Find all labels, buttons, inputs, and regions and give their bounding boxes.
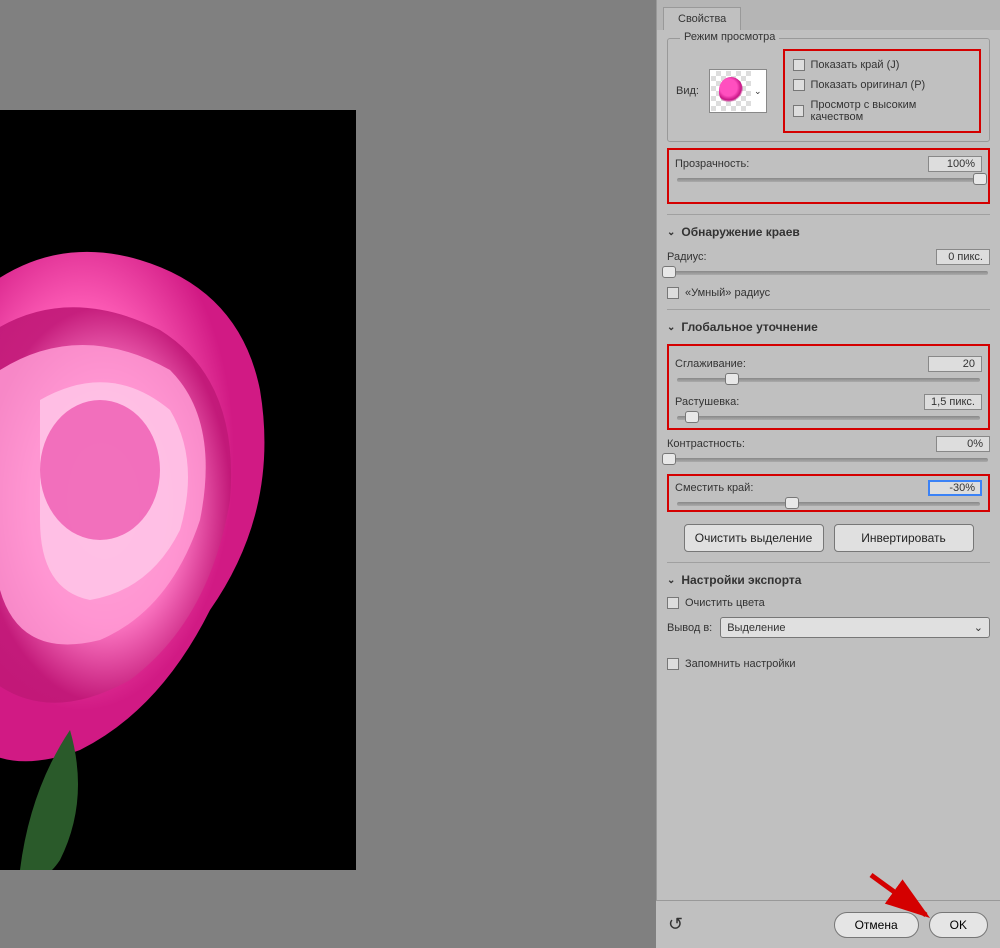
ok-button[interactable]: OK: [929, 912, 988, 938]
chevron-down-icon: ⌄: [667, 322, 675, 333]
view-label: Вид:: [676, 85, 699, 97]
export-title: Настройки экспорта: [681, 573, 801, 587]
radius-label: Радиус:: [667, 251, 707, 263]
smooth-slider[interactable]: [677, 378, 980, 382]
smart-radius-label: «Умный» радиус: [685, 287, 770, 299]
checkbox-icon: [793, 59, 805, 71]
view-thumbnail-select[interactable]: ⌄: [709, 69, 767, 113]
rose-image: [0, 110, 356, 870]
high-quality-label: Просмотр с высоким качеством: [810, 99, 971, 123]
smooth-label: Сглаживание:: [675, 358, 746, 370]
transparency-slider[interactable]: [677, 178, 980, 182]
contrast-slider[interactable]: [669, 458, 988, 462]
decontaminate-checkbox[interactable]: Очистить цвета: [667, 597, 990, 609]
view-mode-legend: Режим просмотра: [680, 31, 779, 43]
checkbox-icon: [793, 105, 805, 117]
chevron-down-icon: ⌄: [974, 621, 983, 634]
smart-radius-checkbox[interactable]: «Умный» радиус: [667, 287, 990, 299]
dialog-footer: ↺ Отмена OK: [656, 900, 1000, 948]
remember-label: Запомнить настройки: [685, 658, 796, 670]
output-value: Выделение: [727, 622, 785, 634]
decontaminate-label: Очистить цвета: [685, 597, 765, 609]
shift-edge-value[interactable]: -30%: [928, 480, 982, 496]
slider-thumb[interactable]: [662, 266, 676, 278]
tab-bar: Свойства: [657, 0, 1000, 30]
feather-value[interactable]: 1,5 пикс.: [924, 394, 982, 410]
reset-icon[interactable]: ↺: [668, 914, 683, 935]
feather-slider[interactable]: [677, 416, 980, 420]
show-edge-checkbox[interactable]: Показать край (J): [793, 59, 971, 71]
export-header[interactable]: ⌄ Настройки экспорта: [667, 573, 990, 587]
global-refine-header[interactable]: ⌄ Глобальное уточнение: [667, 320, 990, 334]
view-checkbox-group: Показать край (J) Показать оригинал (P) …: [783, 49, 981, 133]
smooth-feather-highlight: Сглаживание: 20 Растушевка: 1,5 пикс.: [667, 344, 990, 430]
slider-thumb[interactable]: [973, 173, 987, 185]
checkbox-icon: [667, 658, 679, 670]
edge-detection-title: Обнаружение краев: [681, 225, 799, 239]
panel-content: Режим просмотра Вид: ⌄ Показать край (J)…: [657, 30, 1000, 900]
global-refine-section: ⌄ Глобальное уточнение Сглаживание: 20 Рас…: [667, 309, 990, 552]
checkbox-icon: [667, 287, 679, 299]
cancel-button[interactable]: Отмена: [834, 912, 919, 938]
show-original-checkbox[interactable]: Показать оригинал (P): [793, 79, 971, 91]
global-refine-title: Глобальное уточнение: [681, 320, 817, 334]
radius-value[interactable]: 0 пикс.: [936, 249, 990, 265]
chevron-down-icon: ⌄: [667, 575, 675, 586]
slider-thumb[interactable]: [725, 373, 739, 385]
shift-edge-label: Сместить край:: [675, 482, 753, 494]
transparency-highlight: Прозрачность: 100%: [667, 148, 990, 204]
contrast-label: Контрастность:: [667, 438, 745, 450]
show-edge-label: Показать край (J): [811, 59, 900, 71]
export-section: ⌄ Настройки экспорта Очистить цвета Вывод…: [667, 562, 990, 670]
view-mode-group: Режим просмотра Вид: ⌄ Показать край (J)…: [667, 38, 990, 142]
remember-checkbox[interactable]: Запомнить настройки: [667, 658, 990, 670]
clear-selection-button[interactable]: Очистить выделение: [684, 524, 824, 552]
show-original-label: Показать оригинал (P): [811, 79, 926, 91]
chevron-down-icon: ⌄: [667, 227, 675, 238]
view-thumbnail: [711, 71, 751, 111]
shift-edge-slider[interactable]: [677, 502, 980, 506]
tab-properties[interactable]: Свойства: [663, 7, 741, 30]
slider-thumb[interactable]: [685, 411, 699, 423]
slider-thumb[interactable]: [662, 453, 676, 465]
high-quality-checkbox[interactable]: Просмотр с высоким качеством: [793, 99, 971, 123]
smooth-value[interactable]: 20: [928, 356, 982, 372]
checkbox-icon: [793, 79, 805, 91]
properties-panel: Свойства Режим просмотра Вид: ⌄ Показать…: [656, 0, 1000, 948]
contrast-value[interactable]: 0%: [936, 436, 990, 452]
checkbox-icon: [667, 597, 679, 609]
radius-slider[interactable]: [669, 271, 988, 275]
edge-detection-section: ⌄ Обнаружение краев Радиус: 0 пикс. «Умны…: [667, 214, 990, 299]
chevron-down-icon: ⌄: [751, 86, 765, 97]
slider-thumb[interactable]: [785, 497, 799, 509]
invert-button[interactable]: Инвертировать: [834, 524, 974, 552]
transparency-label: Прозрачность:: [675, 158, 749, 170]
output-select[interactable]: Выделение ⌄: [720, 617, 990, 638]
edge-detection-header[interactable]: ⌄ Обнаружение краев: [667, 225, 990, 239]
shift-edge-highlight: Сместить край: -30%: [667, 474, 990, 512]
feather-label: Растушевка:: [675, 396, 739, 408]
output-label: Вывод в:: [667, 622, 712, 634]
document-preview[interactable]: [0, 110, 356, 870]
transparency-value[interactable]: 100%: [928, 156, 982, 172]
canvas-area: [0, 0, 656, 948]
